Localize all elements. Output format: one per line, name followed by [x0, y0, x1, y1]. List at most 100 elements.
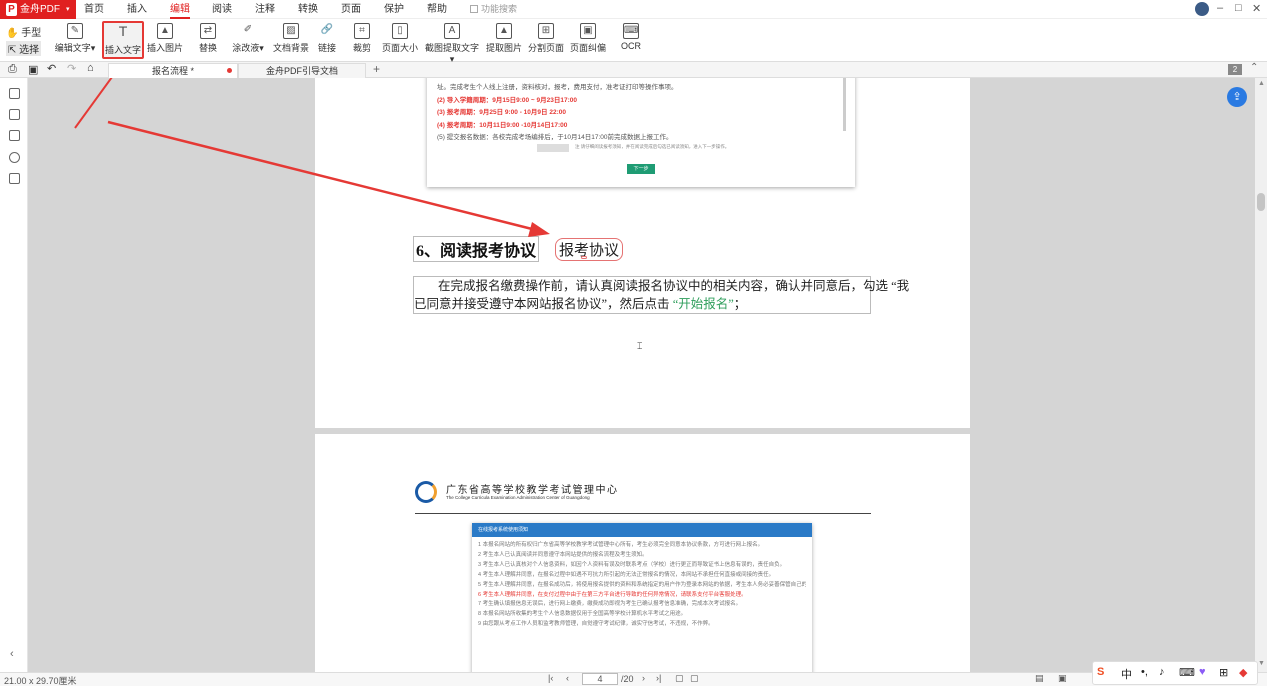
image-icon: ▲: [157, 23, 173, 39]
pen-icon: ✐: [243, 24, 253, 35]
status-bar: 21.00 x 29.70厘米 |‹ ‹ 4 /20 › ›| ▢ ▢ ▤ ▣ …: [0, 661, 1267, 686]
scroll-up-icon[interactable]: ▲: [1258, 80, 1265, 87]
collapse-icon[interactable]: ⌃: [1250, 62, 1258, 73]
mascot-icon[interactable]: ◆: [1239, 666, 1247, 679]
ocr-icon: ⌨: [623, 23, 639, 39]
insert-text-button[interactable]: T 插入文字: [102, 21, 144, 59]
left-sidebar: ‹: [0, 78, 28, 672]
hand-icon: ✋: [6, 28, 19, 39]
menu-help[interactable]: 帮助: [427, 0, 447, 19]
deskew-button[interactable]: ▣ 页面纠偏: [570, 21, 606, 59]
unsaved-dot: [227, 68, 232, 73]
first-page-icon[interactable]: |‹: [548, 673, 553, 683]
label: 页面纠偏: [570, 43, 607, 53]
tab-doc-2[interactable]: 金舟PDF引导文档: [238, 63, 366, 78]
maximize-icon[interactable]: □: [1235, 2, 1242, 14]
vertical-scrollbar[interactable]: ▲ ▼: [1255, 78, 1267, 672]
image-panel-icon[interactable]: [9, 173, 20, 184]
close-icon[interactable]: ✕: [1252, 2, 1261, 15]
text-t-icon: T: [118, 23, 128, 39]
view-mode-icon[interactable]: ▤: [1035, 673, 1044, 684]
fit-icon[interactable]: ▣: [1058, 673, 1067, 684]
ocr-button[interactable]: ⌨ OCR: [618, 21, 644, 59]
whiteout-button[interactable]: ✐ 涂改液▾: [230, 21, 266, 59]
microphone-icon[interactable]: ♪: [1159, 666, 1165, 678]
edit-text-button[interactable]: ✎ 编辑文字▾: [53, 21, 97, 59]
label: 截图提取文字: [424, 43, 479, 53]
page-number-input[interactable]: 4: [582, 673, 618, 685]
function-search[interactable]: 功能搜索: [470, 3, 550, 16]
scrollbar-thumb[interactable]: [1257, 193, 1265, 211]
edit-text-icon: ✎: [67, 23, 83, 39]
arrowhead-icon: [528, 222, 550, 237]
keyboard-icon[interactable]: ⌨: [1179, 666, 1195, 679]
link-button[interactable]: 🔗 链接: [315, 21, 339, 59]
menu-insert[interactable]: 插入: [127, 0, 147, 19]
label: 裁剪: [352, 43, 371, 53]
next-page-icon[interactable]: ›: [642, 673, 645, 683]
split-page-button[interactable]: ⊞ 分割页面: [528, 21, 564, 59]
page-size-button[interactable]: ▯ 页面大小: [382, 21, 418, 59]
background-icon: ▨: [283, 23, 299, 39]
chevron-left-icon[interactable]: ‹: [10, 648, 14, 660]
grid-icon[interactable]: ⊞: [1219, 666, 1228, 679]
hand-label: 手型: [21, 28, 42, 39]
save-icon[interactable]: ▣: [28, 63, 38, 76]
single-page-icon[interactable]: ▢: [675, 673, 684, 684]
total-pages: /20: [621, 674, 634, 684]
ocr-screenshot-button[interactable]: A 截图提取文字▾: [424, 21, 480, 64]
search-icon: [470, 5, 478, 13]
avatar[interactable]: [1195, 2, 1209, 16]
label: 涂改液: [232, 43, 260, 53]
page-size-readout: 21.00 x 29.70厘米: [4, 676, 77, 686]
home-icon[interactable]: ⌂: [87, 62, 94, 74]
screenshot-text-icon: A: [444, 23, 460, 39]
attachment-icon[interactable]: [9, 152, 20, 163]
menu-home[interactable]: 首页: [84, 0, 104, 19]
menu-protect[interactable]: 保护: [384, 0, 404, 19]
app-menu-button[interactable]: P 金舟PDF ▾: [0, 0, 76, 19]
menu-bar: P 金舟PDF ▾ 首页 插入 编辑 阅读 注释 转换 页面 保护 帮助 功能搜…: [0, 0, 1267, 19]
minimize-icon[interactable]: –: [1217, 2, 1223, 14]
two-page-icon[interactable]: ▢: [690, 673, 699, 684]
menu-annotate[interactable]: 注释: [255, 0, 275, 19]
thumbnails-icon[interactable]: [9, 109, 20, 120]
prev-page-icon[interactable]: ‹: [566, 673, 569, 683]
skin-icon[interactable]: ♥: [1199, 666, 1206, 678]
replace-icon: ⇄: [200, 23, 216, 39]
redo-icon[interactable]: ↷: [67, 62, 76, 75]
split-icon: ⊞: [538, 23, 554, 39]
select-label: 选择: [19, 45, 40, 56]
menu-page[interactable]: 页面: [341, 0, 361, 19]
bookmark-icon[interactable]: [9, 88, 20, 99]
menu-convert[interactable]: 转换: [298, 0, 318, 19]
label: 提取图片: [486, 43, 523, 53]
tab-doc-1[interactable]: 报名流程 *: [108, 63, 238, 78]
comment-icon[interactable]: [9, 130, 20, 141]
crop-button[interactable]: ⌗ 裁剪: [350, 21, 374, 59]
menu-edit[interactable]: 编辑: [170, 0, 190, 19]
sogou-logo-icon: S: [1097, 666, 1105, 678]
last-page-icon[interactable]: ›|: [656, 673, 661, 683]
label: 替换: [198, 43, 217, 53]
print-icon[interactable]: ⎙: [8, 63, 17, 76]
annotation-arrows: [74, 78, 550, 237]
extract-image-button[interactable]: ▲ 提取图片: [486, 21, 522, 59]
label: 链接: [317, 43, 336, 53]
undo-icon[interactable]: ↶: [47, 62, 56, 75]
document-canvas: 址。完成考生个人线上注册，资料核对，报考，费用支付，准考证打印等操作事项。 (2…: [28, 78, 1255, 672]
menu-read[interactable]: 阅读: [212, 0, 232, 19]
insert-image-button[interactable]: ▲ 插入图片: [147, 21, 183, 59]
label: 插入文字: [104, 45, 141, 55]
link-icon: 🔗: [320, 24, 334, 35]
select-tool[interactable]: ⇱ 选择: [6, 41, 42, 56]
add-tab-icon[interactable]: +: [373, 62, 380, 76]
tab-label: 报名流程 *: [151, 66, 194, 76]
ime-punct-toggle[interactable]: •,: [1141, 666, 1148, 678]
replace-button[interactable]: ⇄ 替换: [193, 21, 223, 59]
scroll-down-icon[interactable]: ▼: [1258, 660, 1265, 667]
ime-chinese-toggle[interactable]: 中: [1121, 666, 1132, 682]
doc-background-button[interactable]: ▨ 文档背景: [271, 21, 311, 59]
label: 页面大小: [382, 43, 419, 53]
hand-tool[interactable]: ✋ 手型: [6, 24, 41, 39]
